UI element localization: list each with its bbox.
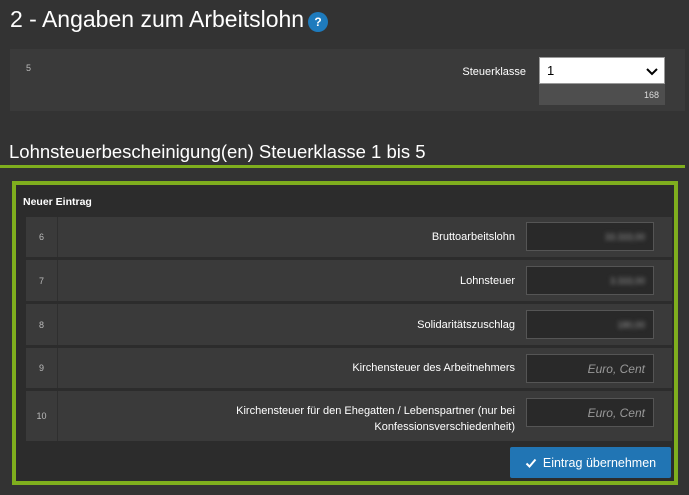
steuerklasse-label: Steuerklasse: [462, 66, 526, 78]
lohnsteuer-value: 3.333,00: [609, 275, 645, 286]
steuerklasse-select[interactable]: 1: [539, 57, 665, 84]
form-row-7: 7 Lohnsteuer 3.333,00: [26, 260, 672, 301]
kirchensteuer-arbeitnehmer-placeholder: Euro, Cent: [587, 361, 645, 376]
kirchensteuer-ehegatte-label-line1: Kirchensteuer für den Ehegatten / Lebens…: [236, 405, 515, 417]
checkmark-icon: [525, 458, 537, 468]
row-number: 6: [38, 232, 44, 242]
section-underline: [0, 165, 685, 168]
kirchensteuer-ehegatte-placeholder: Euro, Cent: [587, 405, 645, 420]
form-row-8: 8 Solidaritätszuschlag 180,00: [26, 304, 672, 345]
kirchensteuer-arbeitnehmer-label: Kirchensteuer des Arbeitnehmers: [352, 362, 515, 374]
row-number: 9: [38, 363, 44, 373]
kirchensteuer-arbeitnehmer-input[interactable]: Euro, Cent: [526, 354, 654, 383]
row-number: 7: [38, 275, 44, 286]
lohnsteuer-section-title: Lohnsteuerbescheinigung(en) Steuerklasse…: [9, 141, 426, 162]
help-icon[interactable]: ?: [308, 11, 329, 32]
bruttoarbeitslohn-input[interactable]: 33.333,00: [526, 222, 654, 251]
new-entry-title: Neuer Eintrag: [23, 196, 92, 208]
lohnsteuer-input[interactable]: 3.333,00: [526, 266, 654, 295]
row-number: 10: [36, 411, 47, 421]
row-divider: [57, 260, 58, 301]
row-divider: [57, 217, 58, 257]
bruttoarbeitslohn-value: 33.333,00: [604, 231, 645, 242]
kirchensteuer-ehegatte-label: Kirchensteuer für den Ehegatten / Lebens…: [236, 403, 515, 435]
lohnsteuer-label: Lohnsteuer: [459, 275, 515, 287]
row-divider: [57, 304, 58, 345]
steuerklasse-select-value: 1: [547, 63, 555, 78]
chevron-down-icon: [646, 67, 658, 75]
solidaritaetszuschlag-label: Solidaritätszuschlag: [417, 319, 515, 331]
section-title: 2 - Angaben zum Arbeitslohn ?: [10, 6, 329, 33]
solidaritaetszuschlag-value: 180,00: [617, 319, 645, 330]
eintrag-uebernehmen-button[interactable]: Eintrag übernehmen: [510, 447, 671, 478]
section-title-text: 2 - Angaben zum Arbeitslohn: [10, 6, 305, 32]
form-row-6: 6 Bruttoarbeitslohn 33.333,00: [26, 217, 672, 257]
steuerklasse-subvalue: 168: [539, 84, 665, 105]
row-divider: [57, 391, 58, 441]
row-divider: [57, 348, 58, 388]
kirchensteuer-ehegatte-label-line2: Konfessionsverschiedenheit): [374, 421, 515, 433]
form-row-10: 10 Kirchensteuer für den Ehegatten / Leb…: [26, 391, 672, 441]
submit-label: Eintrag übernehmen: [542, 455, 657, 470]
bruttoarbeitslohn-label: Bruttoarbeitslohn: [431, 231, 515, 243]
row-number: 8: [38, 319, 44, 330]
solidaritaetszuschlag-input[interactable]: 180,00: [526, 310, 654, 339]
kirchensteuer-ehegatte-input[interactable]: Euro, Cent: [526, 398, 654, 427]
form-row-9: 9 Kirchensteuer des Arbeitnehmers Euro, …: [26, 348, 672, 388]
row-number-5: 5: [26, 63, 32, 73]
